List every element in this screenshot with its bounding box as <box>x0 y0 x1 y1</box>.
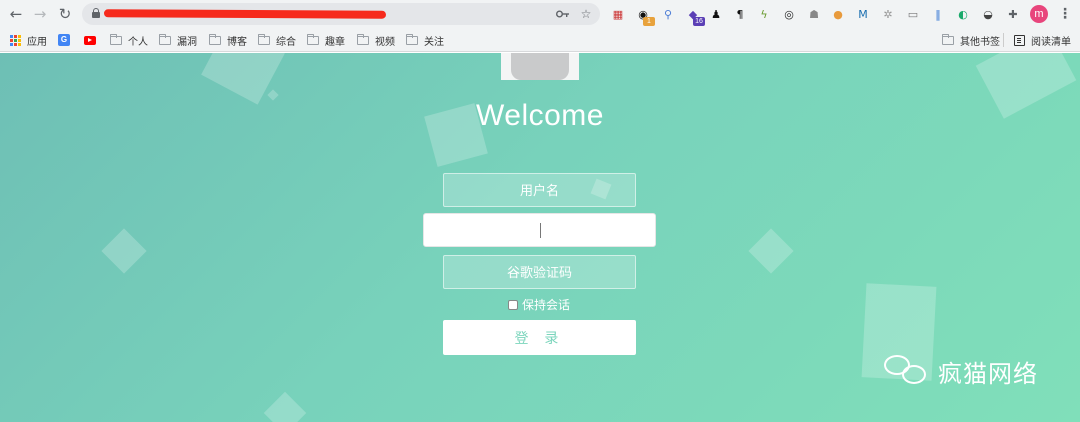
star-icon[interactable]: ☆ <box>578 6 594 22</box>
wechat-icon <box>884 353 930 389</box>
folder-icon <box>406 33 418 45</box>
youtube-icon <box>84 35 96 45</box>
bookmark-folder-vuln[interactable]: 漏洞 <box>159 32 197 48</box>
paragraph-extension-icon[interactable]: ¶ <box>732 5 748 23</box>
decorative-square <box>263 391 307 422</box>
bookmark-folder-general[interactable]: 综合 <box>258 32 296 48</box>
reading-list-icon <box>1014 34 1025 46</box>
login-page: Welcome 保持会话 登 录 疯猫网络 <box>0 53 1080 422</box>
remember-session-checkbox[interactable] <box>508 299 518 310</box>
folder-icon <box>942 33 954 45</box>
robot-extension-icon[interactable]: ☗ <box>806 5 822 23</box>
folder-icon <box>209 33 221 45</box>
password-input[interactable] <box>423 213 656 247</box>
folder-icon <box>307 33 319 45</box>
bookmark-label: 个人 <box>128 36 148 48</box>
bookmark-label: 趣章 <box>325 36 345 48</box>
vue-extension-icon[interactable]: ◐ <box>955 5 971 23</box>
menu-icon[interactable]: ⋮ <box>1058 5 1072 23</box>
extension-badge: 1 <box>643 17 655 26</box>
bookmark-other-label: 其他书签 <box>960 36 1000 48</box>
gear-extension-icon[interactable]: ✲ <box>880 5 896 23</box>
bookmark-folder-video[interactable]: 视频 <box>357 32 395 48</box>
user-extension-icon[interactable]: ♟ <box>708 5 724 23</box>
reading-list-label: 阅读清单 <box>1031 36 1071 48</box>
google-translate-icon: G <box>58 34 70 46</box>
bookmark-label: 视频 <box>375 36 395 48</box>
address-bar[interactable]: ☆ <box>82 3 600 25</box>
cube-extension-icon[interactable]: ◆ 16 <box>685 5 705 26</box>
folder-icon <box>357 33 369 45</box>
bookmark-folder-fun[interactable]: 趣章 <box>307 32 345 48</box>
extension-badge: 16 <box>693 17 705 26</box>
m-extension-icon[interactable]: M <box>855 5 871 23</box>
circle-extension-icon[interactable]: ◉ 1 <box>635 5 655 26</box>
apps-grid-icon <box>10 34 21 46</box>
folder-icon <box>110 33 122 45</box>
bookmark-folder-blog[interactable]: 博客 <box>209 32 247 48</box>
flag-extension-icon[interactable]: ▦ <box>610 5 626 23</box>
reading-list-button[interactable]: 阅读清单 <box>1014 32 1071 48</box>
bolt-extension-icon[interactable]: ϟ <box>756 5 772 23</box>
profile-avatar[interactable]: m <box>1030 5 1048 23</box>
bookmark-google-translate[interactable]: G <box>58 32 70 48</box>
bookmark-other[interactable]: 其他书签 <box>942 32 1000 48</box>
decorative-square <box>101 228 147 274</box>
bookmark-label: 综合 <box>276 36 296 48</box>
bookmark-folder-personal[interactable]: 个人 <box>110 32 148 48</box>
logo-image <box>511 53 569 80</box>
key-icon[interactable] <box>554 6 570 22</box>
reload-icon[interactable]: ↻ <box>55 4 75 24</box>
bookmark-apps[interactable]: 应用 <box>10 32 47 48</box>
pin-extension-icon[interactable]: ⚲ <box>660 5 676 23</box>
watermark: 疯猫网络 <box>884 353 1038 389</box>
decorative-square <box>748 228 794 274</box>
bookmark-folder-follow[interactable]: 关注 <box>406 32 444 48</box>
logo-placeholder <box>501 53 579 80</box>
bookmark-youtube[interactable] <box>84 32 96 48</box>
puzzle-extension-icon[interactable]: ✚ <box>1005 5 1021 23</box>
bookmark-apps-label: 应用 <box>27 36 47 48</box>
text-cursor <box>540 223 541 238</box>
folder-icon <box>159 33 171 45</box>
browser-toolbar: ← → ↻ ☆ ▦ ◉ 1 ⚲ ◆ 16 ♟ ¶ ϟ ◎ ☗ ● M ✲ ▭ ‖ ◐ ◒ ✚ m ⋮ <box>0 0 1080 28</box>
lock-icon <box>92 8 100 18</box>
bookmark-label: 关注 <box>424 36 444 48</box>
bookmark-divider <box>1003 33 1004 47</box>
folder-icon <box>258 33 270 45</box>
hat-extension-icon[interactable]: ◒ <box>980 5 996 23</box>
welcome-heading: Welcome <box>476 99 604 132</box>
bookmark-label: 漏洞 <box>177 36 197 48</box>
bookmarks-bar: 应用 G 个人 漏洞 博客 综合 趣章 视频 关注 其他书签 阅读清单 <box>0 28 1080 52</box>
captcha-input[interactable] <box>443 255 636 289</box>
cookie-extension-icon[interactable]: ● <box>830 5 846 23</box>
login-button[interactable]: 登 录 <box>443 320 636 355</box>
watermark-text: 疯猫网络 <box>938 359 1038 388</box>
bookmark-label: 博客 <box>227 36 247 48</box>
forward-icon[interactable]: → <box>30 4 50 24</box>
ring-extension-icon[interactable]: ◎ <box>781 5 797 23</box>
remember-session[interactable]: 保持会话 <box>508 296 570 313</box>
back-icon[interactable]: ← <box>6 4 26 24</box>
username-input[interactable] <box>443 173 636 207</box>
screen-extension-icon[interactable]: ▭ <box>905 5 921 23</box>
redaction-mark <box>103 9 387 19</box>
remember-session-label: 保持会话 <box>522 298 571 312</box>
bars-extension-icon[interactable]: ‖ <box>930 5 946 23</box>
